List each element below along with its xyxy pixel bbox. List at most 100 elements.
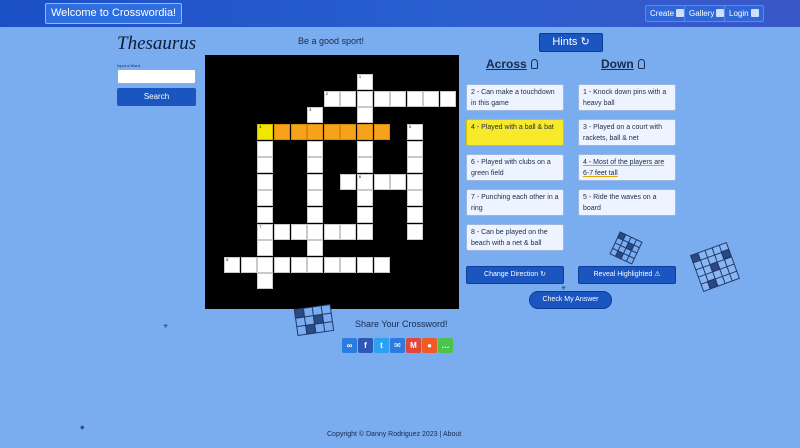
crossword-cell[interactable]: [290, 123, 307, 140]
crossword-cell[interactable]: 4: [257, 123, 274, 140]
crossword-cell[interactable]: [273, 223, 290, 240]
thesaurus-title: Thesaurus: [117, 33, 197, 54]
crossword-cell[interactable]: [307, 140, 324, 157]
crossword-cell[interactable]: [356, 223, 373, 240]
crossword-cell[interactable]: [340, 256, 357, 273]
lightbulb-icon[interactable]: [530, 59, 538, 69]
crossword-cell[interactable]: [257, 140, 274, 157]
crossword-cell[interactable]: [406, 173, 423, 190]
crossword-cell[interactable]: [307, 206, 324, 223]
crossword-cell[interactable]: [356, 190, 373, 207]
crossword-cell[interactable]: [323, 223, 340, 240]
crossword-cell[interactable]: [307, 157, 324, 174]
crossword-cell[interactable]: [290, 223, 307, 240]
clue-across-6[interactable]: 6 - Played with clubs on a green field: [466, 154, 564, 181]
crossword-cell[interactable]: [240, 256, 257, 273]
crossword-cell[interactable]: 5: [406, 123, 423, 140]
crossword-cell[interactable]: [307, 223, 324, 240]
brand-button[interactable]: Welcome to Crosswordia!: [45, 3, 183, 24]
clue-across-4[interactable]: 4 - Played with a ball & bat: [466, 119, 564, 146]
login-button[interactable]: Login: [724, 5, 764, 22]
crossword-cell[interactable]: [406, 140, 423, 157]
create-button[interactable]: Create: [645, 5, 690, 22]
crossword-cell[interactable]: [406, 90, 423, 107]
crossword-cell[interactable]: [356, 140, 373, 157]
crossword-cell[interactable]: [373, 123, 390, 140]
change-direction-button[interactable]: Change Direction ↻: [466, 266, 564, 284]
email-icon[interactable]: ✉: [390, 338, 405, 353]
crossword-cell[interactable]: 1: [356, 74, 373, 91]
crossword-cell[interactable]: [323, 123, 340, 140]
crossword-cell[interactable]: [406, 190, 423, 207]
crossword-cell[interactable]: 7: [257, 223, 274, 240]
crossword-cell[interactable]: [406, 157, 423, 174]
crossword-cell[interactable]: 3: [307, 107, 324, 124]
crossword-cell[interactable]: [423, 90, 440, 107]
create-label: Create: [650, 9, 675, 18]
crossword-cell[interactable]: [390, 90, 407, 107]
crossword-cell[interactable]: [257, 206, 274, 223]
clue-down-5[interactable]: 5 - Ride the waves on a board: [578, 189, 676, 216]
crossword-cell[interactable]: [307, 190, 324, 207]
crossword-cell[interactable]: [356, 206, 373, 223]
cell-number: 3: [309, 107, 312, 113]
search-button[interactable]: Search: [117, 88, 196, 106]
clue-across-7[interactable]: 7 - Punching each other in a ring: [466, 189, 564, 216]
crossword-cell[interactable]: [439, 90, 456, 107]
crossword-cell[interactable]: [323, 256, 340, 273]
crossword-cell[interactable]: [257, 240, 274, 257]
crossword-cell[interactable]: [257, 173, 274, 190]
crossword-cell[interactable]: [340, 123, 357, 140]
clue-across-8[interactable]: 8 - Can be played on the beach with a ne…: [466, 224, 564, 251]
crossword-cell[interactable]: [290, 256, 307, 273]
crossword-cell[interactable]: [356, 123, 373, 140]
clue-down-1[interactable]: 1 - Knock down pins with a heavy ball: [578, 84, 676, 111]
crossword-cell[interactable]: [356, 107, 373, 124]
crossword-cell[interactable]: [356, 157, 373, 174]
crossword-cell[interactable]: [356, 90, 373, 107]
crossword-cell[interactable]: 6: [356, 173, 373, 190]
clue-down-3[interactable]: 3 - Played on a court with rackets, ball…: [578, 119, 676, 146]
gmail-icon[interactable]: M: [406, 338, 421, 353]
cell-number: 6: [358, 173, 362, 179]
twitter-icon[interactable]: t: [374, 338, 389, 353]
puzzle-tagline: Be a good sport!: [298, 36, 365, 46]
crossword-cell[interactable]: [257, 157, 274, 174]
copy-link-icon[interactable]: ∞: [342, 338, 357, 353]
crossword-cell[interactable]: 8: [224, 256, 241, 273]
crossword-cell[interactable]: [373, 256, 390, 273]
lightbulb-icon[interactable]: [637, 59, 645, 69]
check-answer-button[interactable]: Check My Answer: [529, 291, 612, 309]
crossword-cell[interactable]: [273, 256, 290, 273]
about-link[interactable]: About: [443, 431, 461, 438]
crossword-cell[interactable]: [340, 223, 357, 240]
decorative-grid-icon: [690, 242, 740, 292]
gallery-button[interactable]: Gallery: [684, 5, 730, 22]
reveal-highlighted-button[interactable]: Reveal Highlighted ⚠: [578, 266, 676, 284]
crossword-cell[interactable]: [307, 240, 324, 257]
crossword-cell[interactable]: [340, 173, 357, 190]
clue-across-2[interactable]: 2 - Can make a touchdown in this game: [466, 84, 564, 111]
word-input[interactable]: [117, 69, 196, 84]
crossword-cell[interactable]: [257, 273, 274, 290]
share-icons: ∞ f t ✉ M ● …: [342, 338, 453, 353]
crossword-cell[interactable]: [257, 190, 274, 207]
crossword-cell[interactable]: [307, 173, 324, 190]
crossword-cell[interactable]: [373, 90, 390, 107]
facebook-icon[interactable]: f: [358, 338, 373, 353]
crossword-cell[interactable]: [307, 123, 324, 140]
crossword-cell[interactable]: [340, 90, 357, 107]
crossword-cell[interactable]: [273, 123, 290, 140]
crossword-cell[interactable]: 2: [323, 90, 340, 107]
crossword-cell[interactable]: [307, 256, 324, 273]
crossword-cell[interactable]: [373, 173, 390, 190]
sms-icon[interactable]: …: [438, 338, 453, 353]
crossword-cell[interactable]: [406, 206, 423, 223]
crossword-cell[interactable]: [406, 223, 423, 240]
crossword-cell[interactable]: [257, 256, 274, 273]
hints-button[interactable]: Hints ↻: [539, 33, 603, 52]
clue-down-4[interactable]: 4 - Most of the players are 6-7 feet tal…: [578, 154, 676, 181]
reddit-icon[interactable]: ●: [422, 338, 437, 353]
crossword-cell[interactable]: [390, 173, 407, 190]
crossword-cell[interactable]: [356, 256, 373, 273]
